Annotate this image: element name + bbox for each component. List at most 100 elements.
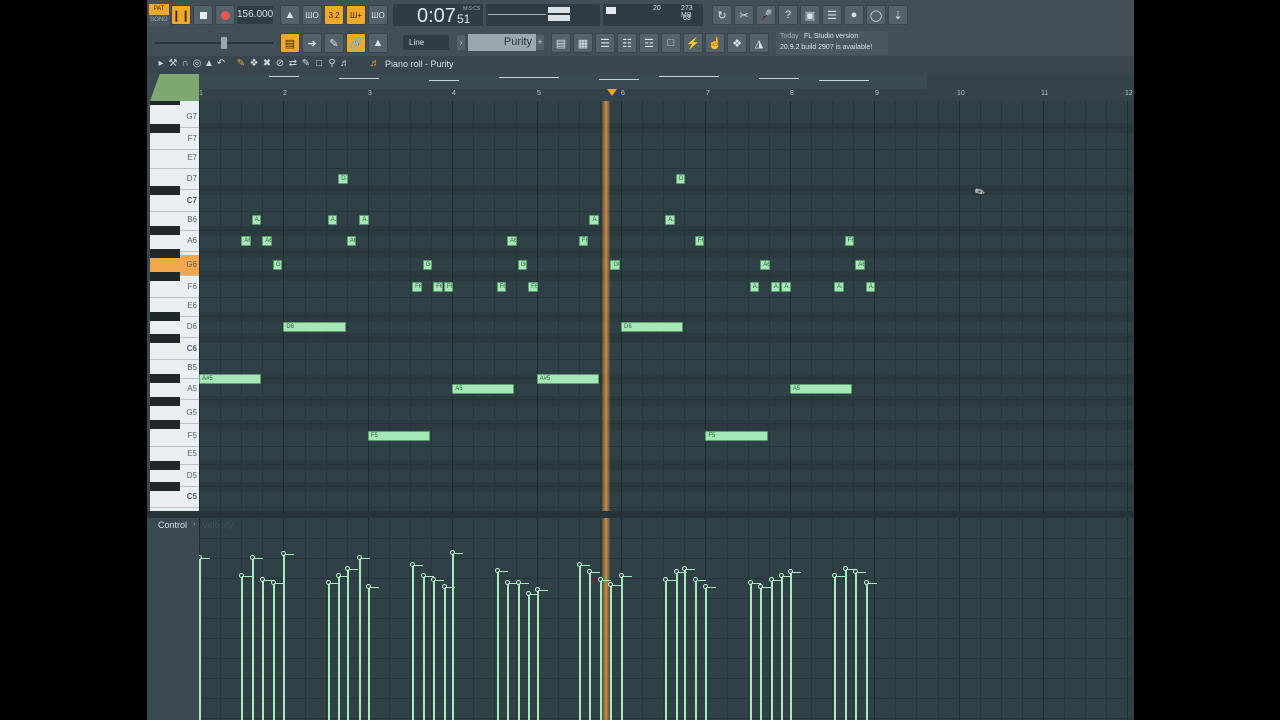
event-editor-splitter[interactable] xyxy=(147,511,1134,518)
ideas-button[interactable]: ❖ xyxy=(727,33,747,53)
note[interactable]: D6 xyxy=(621,322,684,332)
velocity-bar[interactable] xyxy=(420,573,434,720)
paint-icon[interactable]: ❖ xyxy=(248,58,260,70)
velocity-bar[interactable] xyxy=(365,584,379,720)
pattern-overview[interactable] xyxy=(199,74,1134,89)
undo-history-button[interactable]: ↻ xyxy=(712,5,732,25)
black-key[interactable] xyxy=(150,101,180,105)
velocity-bar[interactable] xyxy=(357,555,371,720)
velocity-bar[interactable] xyxy=(325,580,339,720)
browser-button[interactable]: ☲ xyxy=(639,33,659,53)
velocity-bar[interactable] xyxy=(336,573,350,720)
master-volume-handle[interactable] xyxy=(221,37,227,49)
black-key[interactable] xyxy=(150,185,180,195)
step-edit-button[interactable]: Ш+ xyxy=(346,5,366,25)
stamp-small-icon[interactable]: ▲ xyxy=(203,58,215,70)
delete-tool-icon[interactable]: ✖ xyxy=(261,58,273,70)
note[interactable]: A6 xyxy=(346,236,357,246)
note[interactable]: D6 xyxy=(283,322,346,332)
magnet-icon[interactable]: ∩ xyxy=(179,58,191,70)
note[interactable]: A#5 xyxy=(199,373,262,384)
download-button[interactable]: ⇣ xyxy=(888,5,908,25)
black-key[interactable] xyxy=(150,374,180,383)
note[interactable]: A. xyxy=(770,282,781,292)
black-key[interactable] xyxy=(150,312,180,321)
project-button[interactable]: □ xyxy=(661,33,681,53)
wait-input-button[interactable]: ШO xyxy=(302,5,322,25)
countdown-button[interactable]: 3.2 xyxy=(324,5,344,25)
control-label[interactable]: Control xyxy=(158,520,187,530)
mixer-window-button[interactable]: ☷ xyxy=(617,33,637,53)
note[interactable]: D7 xyxy=(675,174,686,184)
velocity-lane[interactable]: Velocity xyxy=(199,518,1134,720)
note[interactable]: F6 xyxy=(433,282,443,292)
help-button[interactable]: ? xyxy=(778,5,798,25)
draw-mode-button[interactable]: ✎ xyxy=(324,33,344,53)
black-key[interactable] xyxy=(150,460,180,470)
note[interactable]: A. xyxy=(865,282,875,292)
note[interactable]: F6 xyxy=(694,236,705,246)
note-grid[interactable]: A#5 D6 F5 A5 A#5 D6 F5 A5 D7 D7 G6 G6 G6 G6 A6 A6 A6 A6 A6… xyxy=(199,101,1134,511)
select-tool-icon[interactable]: □ xyxy=(313,58,325,70)
note[interactable]: F5 xyxy=(367,431,431,441)
black-key[interactable] xyxy=(150,248,180,258)
playlist-button[interactable]: ▤ xyxy=(551,33,571,53)
black-key[interactable] xyxy=(150,271,180,281)
note[interactable]: A6 xyxy=(760,260,770,270)
snap-select[interactable]: Line xyxy=(403,35,449,50)
velocity-bar[interactable] xyxy=(441,584,455,720)
mute-tool-icon[interactable]: ⊘ xyxy=(274,58,286,70)
velocity-bar[interactable] xyxy=(494,568,508,720)
mixer-button[interactable]: ☰ xyxy=(822,5,842,25)
velocity-bar[interactable] xyxy=(270,580,284,720)
mic-input-button[interactable]: ● xyxy=(844,5,864,25)
black-key[interactable] xyxy=(150,482,180,491)
note[interactable]: A. xyxy=(359,215,369,225)
note[interactable]: A. xyxy=(781,282,791,292)
velocity-bar[interactable] xyxy=(249,555,263,720)
playhead-marker[interactable] xyxy=(607,89,617,96)
piano-roll-button[interactable]: ▦ xyxy=(573,33,593,53)
velocity-bar[interactable] xyxy=(515,580,529,720)
piano-keyboard[interactable]: G7 F7 E7 D7 C7 B6 A6 G6 F6 E6 D6 C6 B5 A5 G5 F5 E5 D5 C5 xyxy=(150,101,199,511)
news-hint-panel[interactable]: Today FL Studio version 20.9.2 build 290… xyxy=(776,31,888,55)
velocity-bar[interactable] xyxy=(576,562,590,720)
stop-button[interactable] xyxy=(193,5,213,25)
channel-rack-button[interactable]: ☰ xyxy=(595,33,615,53)
note[interactable]: F6 xyxy=(443,282,454,292)
note[interactable]: A. xyxy=(749,282,760,292)
velocity-bar[interactable] xyxy=(534,587,548,720)
note[interactable]: A. xyxy=(327,215,338,225)
black-key[interactable] xyxy=(150,396,180,406)
velocity-bar[interactable] xyxy=(505,580,519,720)
note[interactable]: A5 xyxy=(789,384,853,394)
black-key[interactable] xyxy=(150,123,180,133)
note[interactable]: F5 xyxy=(705,431,768,441)
pencil-icon[interactable]: ✎ xyxy=(235,58,247,70)
pat-song-toggle[interactable]: PAT SONG xyxy=(149,4,169,26)
note[interactable]: A6 xyxy=(507,236,517,246)
note[interactable]: A6 xyxy=(241,236,251,246)
stamp-button[interactable]: ▲ xyxy=(368,33,388,53)
black-key[interactable] xyxy=(150,420,180,429)
slice-tool-icon[interactable]: ✎ xyxy=(300,58,312,70)
note[interactable]: G6 xyxy=(272,260,283,270)
metronome-button[interactable]: ▲ xyxy=(280,5,300,25)
velocity-bar[interactable] xyxy=(526,591,540,720)
note[interactable]: F6 xyxy=(496,282,507,292)
wrench-icon[interactable]: ⚒ xyxy=(167,58,179,70)
velocity-bar[interactable] xyxy=(703,584,717,720)
velocity-bar[interactable] xyxy=(832,573,846,720)
note[interactable]: G6 xyxy=(610,260,620,270)
piano-roll-title[interactable]: Piano roll - Purity xyxy=(385,59,454,69)
note[interactable]: A. xyxy=(834,282,844,292)
shop-button[interactable]: ◮ xyxy=(749,33,769,53)
note[interactable]: A6 xyxy=(262,236,272,246)
cut-button[interactable]: ✂ xyxy=(734,5,754,25)
note[interactable]: A. xyxy=(665,215,675,225)
velocity-bar[interactable] xyxy=(692,577,706,720)
note[interactable]: A5 xyxy=(452,384,515,394)
velocity-bar[interactable] xyxy=(431,577,445,720)
velocity-bar[interactable] xyxy=(450,550,464,720)
record-audio-button[interactable]: 🎤 xyxy=(756,5,776,25)
